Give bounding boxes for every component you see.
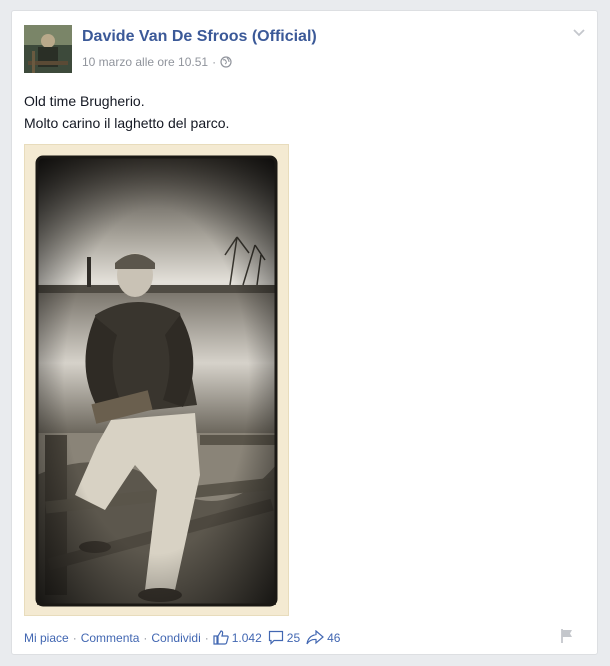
post-text-line-1: Old time Brugherio. [24,93,145,109]
comment-count-value: 25 [286,630,301,645]
share-count[interactable]: 46 [306,630,340,645]
action-separator: · [72,630,77,645]
like-count[interactable]: 1.042 [213,630,262,645]
post-photo[interactable] [24,144,289,616]
globe-icon[interactable] [220,56,232,68]
chevron-down-icon[interactable] [572,27,586,37]
action-separator: · [143,630,148,645]
share-count-value: 46 [327,630,341,645]
page-avatar[interactable] [24,25,72,73]
comment-link[interactable]: Commenta [81,631,140,645]
like-count-value: 1.042 [231,630,262,645]
meta-separator: · [212,55,217,69]
post-actions: Mi piace · Commenta · Condividi · 1.042 … [24,630,346,645]
share-arrow-icon [306,630,325,645]
like-link[interactable]: Mi piace [24,631,69,645]
post-card: Davide Van De Sfroos (Official) 10 marzo… [11,10,598,655]
comment-count[interactable]: 25 [268,630,300,645]
thumbs-up-icon [213,630,229,645]
post-meta: 10 marzo alle ore 10.51 · [82,55,232,69]
post-text-line-2: Molto carino il laghetto del parco. [24,115,230,131]
action-separator: · [204,630,209,645]
post-timestamp[interactable]: 10 marzo alle ore 10.51 [82,55,208,69]
post-text: Old time Brugherio. Molto carino il lagh… [24,90,229,134]
comment-bubble-icon [268,630,283,645]
sepia-photo-image [35,155,278,607]
flag-icon[interactable] [559,628,575,644]
share-link[interactable]: Condividi [151,631,200,645]
author-name[interactable]: Davide Van De Sfroos (Official) [82,28,317,46]
